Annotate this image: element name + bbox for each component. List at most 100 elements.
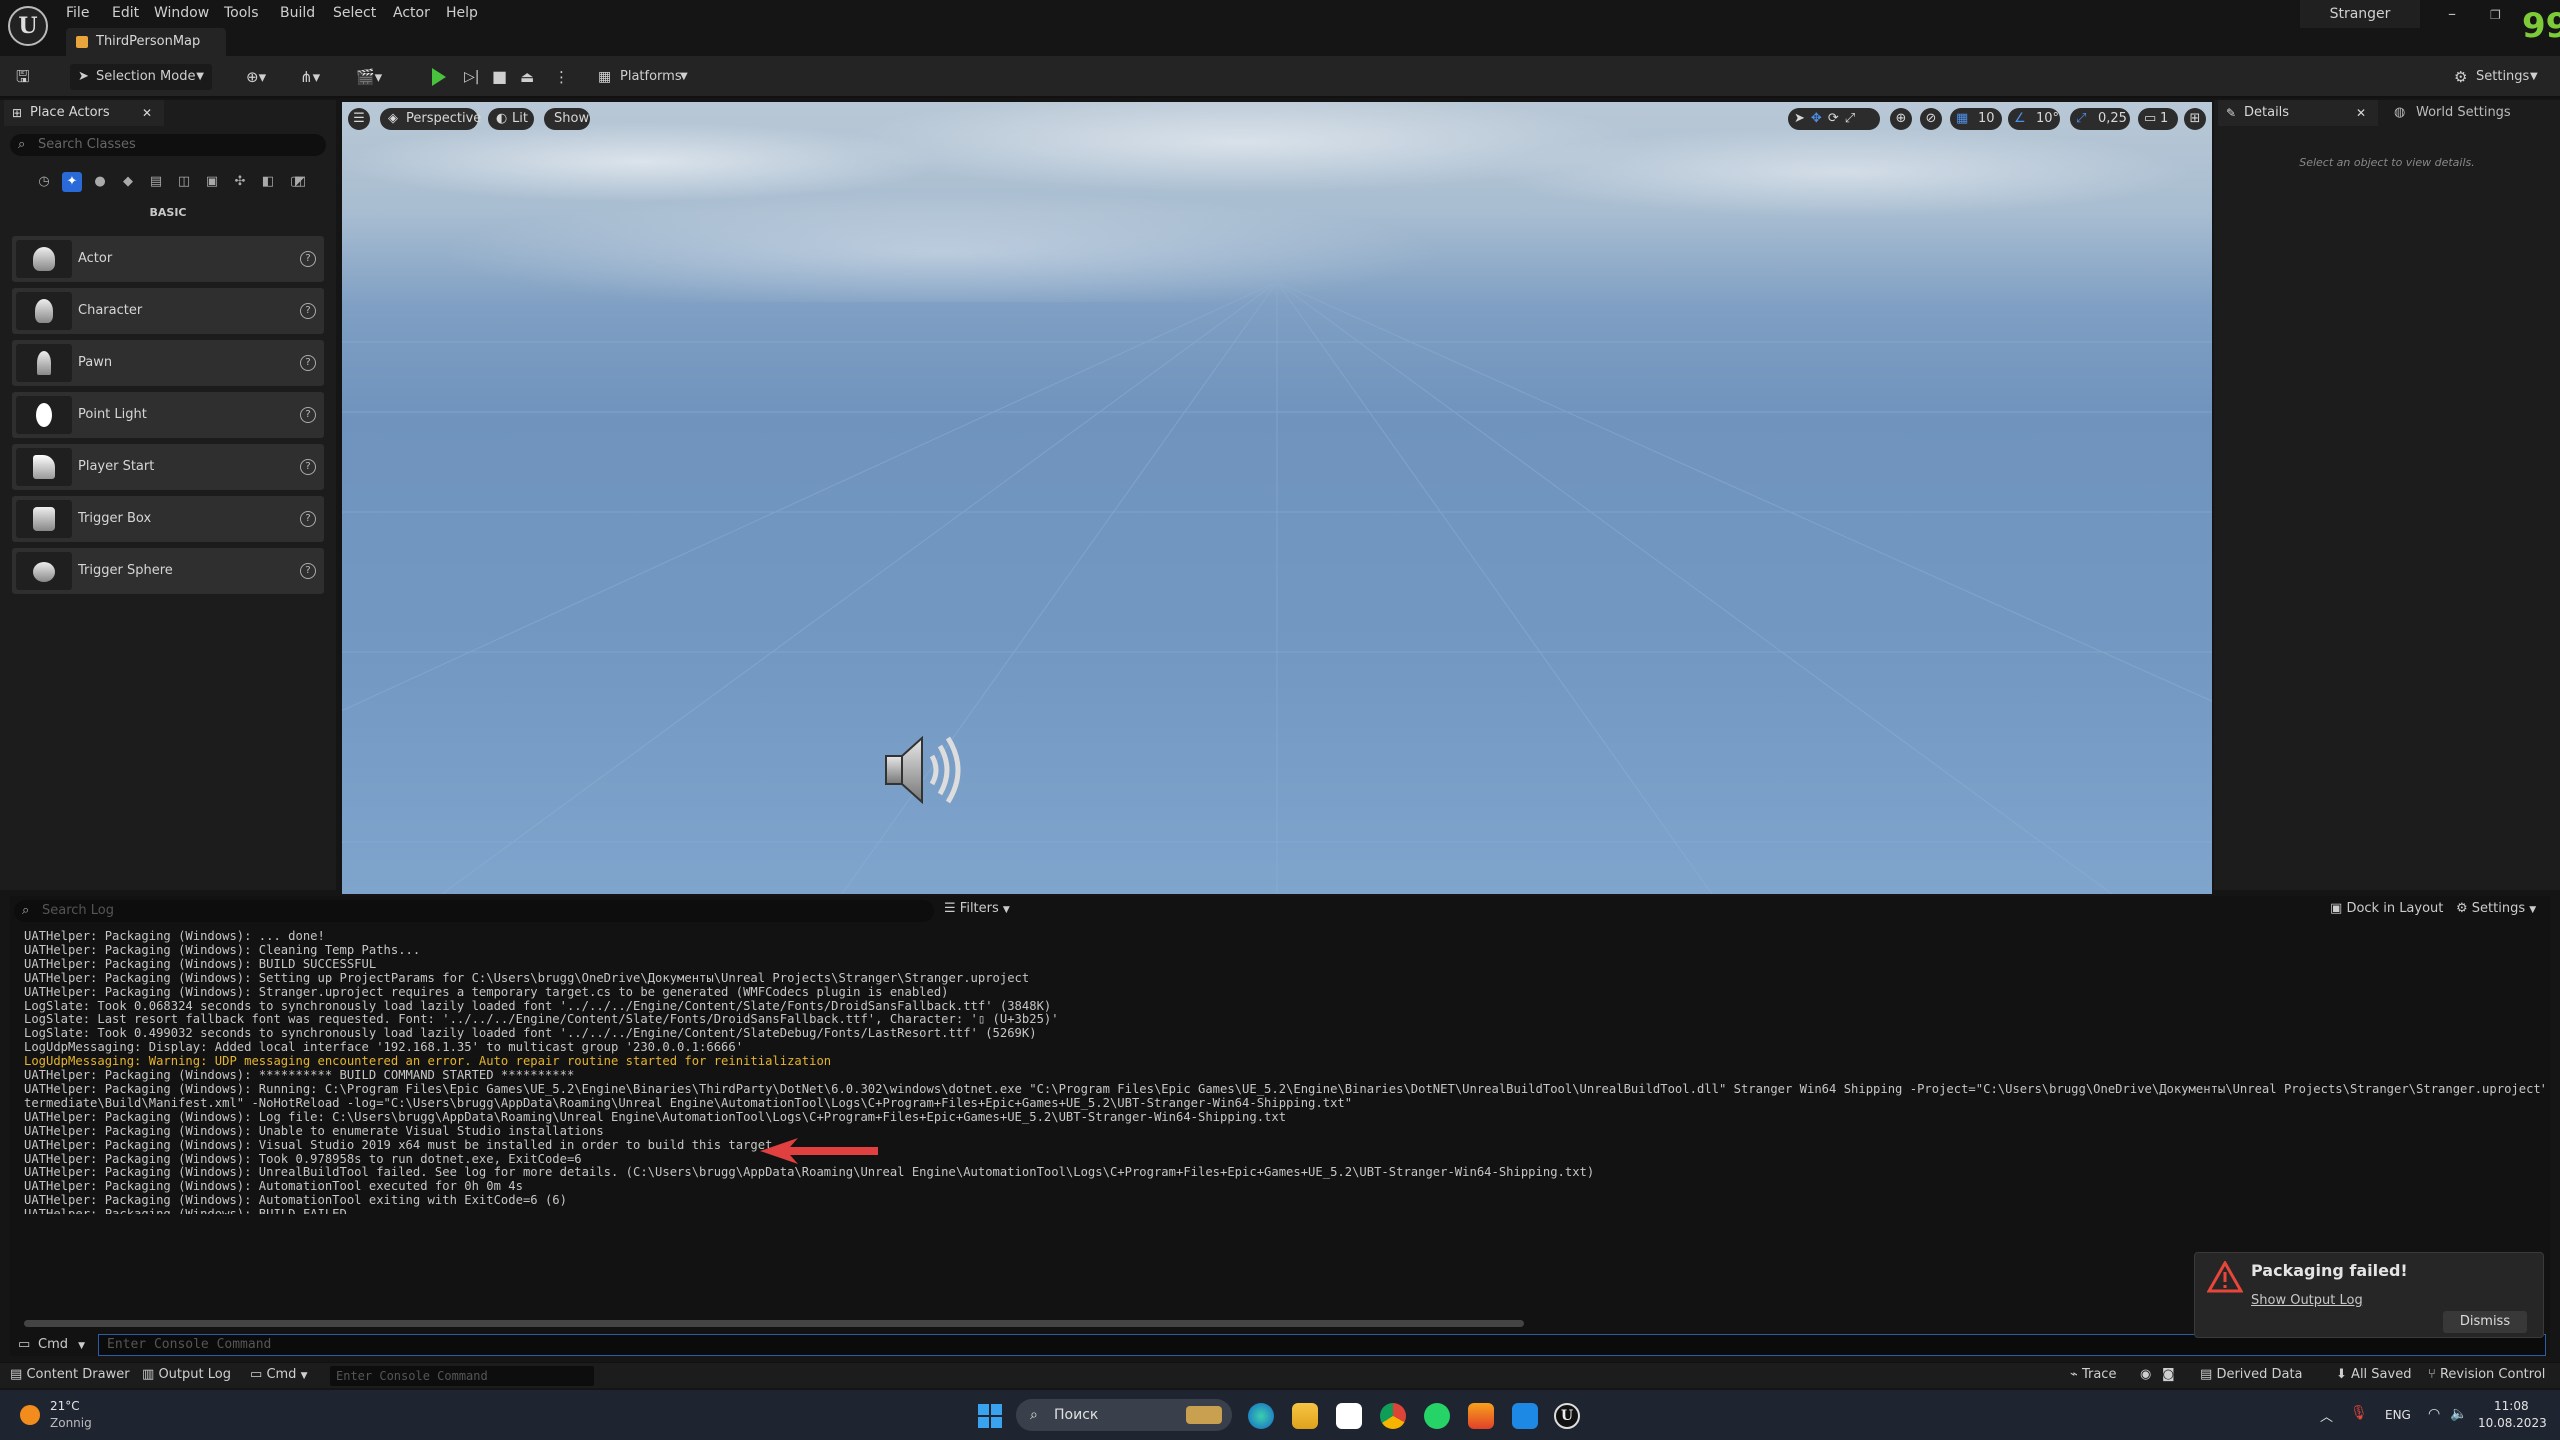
- help-icon[interactable]: ?: [300, 303, 316, 319]
- taskbar-search[interactable]: ⌕ Поиск: [1016, 1399, 1232, 1431]
- stop-icon[interactable]: ■: [492, 66, 507, 88]
- menu-help[interactable]: Help: [446, 3, 478, 23]
- dock-in-layout-button[interactable]: ▣ Dock in Layout: [2330, 901, 2443, 916]
- whatsapp-icon[interactable]: [1424, 1403, 1450, 1429]
- blueprint-icon[interactable]: ⋔▾: [300, 66, 320, 88]
- maximize-viewport-icon[interactable]: ⊞: [2184, 108, 2206, 130]
- unreal-engine-taskbar-icon[interactable]: U: [1554, 1403, 1580, 1429]
- rotate-tool-icon[interactable]: ⟳: [1828, 111, 1845, 126]
- cmd-dropdown[interactable]: ▭ Cmd ▼: [12, 1334, 92, 1356]
- platforms-dropdown[interactable]: Platforms: [620, 66, 682, 88]
- lit-button[interactable]: ◐ Lit: [488, 108, 534, 130]
- record-icon[interactable]: ◉: [2140, 1367, 2151, 1382]
- input-language[interactable]: ENG: [2385, 1408, 2411, 1422]
- sun-icon[interactable]: [20, 1405, 40, 1425]
- save-icon[interactable]: 🖫: [16, 66, 30, 88]
- chrome-icon[interactable]: [1380, 1403, 1406, 1429]
- camera-icon[interactable]: ◙: [2162, 1367, 2175, 1382]
- content-drawer-button[interactable]: ▤ Content Drawer: [10, 1367, 130, 1382]
- cinematic-icon[interactable]: ▤: [146, 172, 166, 192]
- world-local-icon[interactable]: ⊕: [1890, 108, 1912, 130]
- menu-tools[interactable]: Tools: [224, 3, 259, 23]
- output-log-button[interactable]: ▥ Output Log: [142, 1367, 231, 1382]
- revision-control-button[interactable]: ⑂ Revision Control: [2428, 1367, 2545, 1382]
- select-tool-icon[interactable]: ➤: [1794, 111, 1811, 126]
- list-item-trigger-box[interactable]: Trigger Box ?: [12, 496, 324, 542]
- volumes-icon[interactable]: ✣: [230, 172, 250, 192]
- volume-icon[interactable]: 🔈: [2450, 1406, 2467, 1422]
- menu-build[interactable]: Build: [280, 3, 315, 23]
- search-classes-input[interactable]: ⌕ Search Classes: [10, 134, 326, 156]
- trace-button[interactable]: ⌁ Trace: [2070, 1367, 2116, 1382]
- selection-mode-dropdown[interactable]: ➤ Selection Mode ▼: [70, 64, 212, 90]
- level-viewport[interactable]: ☰ ◈ Perspective ◐ Lit Show ➤✥⟳⤢ ⊕ ⊘ ▦ 10…: [342, 102, 2212, 894]
- shapes-icon[interactable]: ◆: [118, 172, 138, 192]
- list-item-character[interactable]: Character ?: [12, 288, 324, 334]
- tab-details[interactable]: ✎ Details ✕: [2218, 100, 2378, 126]
- settings-button[interactable]: Settings: [2476, 66, 2529, 88]
- wifi-icon[interactable]: ◠: [2428, 1406, 2440, 1422]
- box-icon[interactable]: ◩: [290, 172, 310, 192]
- list-item-point-light[interactable]: Point Light ?: [12, 392, 324, 438]
- grid-snap-toggle[interactable]: ▦ 10: [1950, 108, 2002, 130]
- chevron-up-icon[interactable]: ︿: [2320, 1406, 2333, 1425]
- recent-icon[interactable]: ◷: [34, 172, 54, 192]
- help-icon[interactable]: ?: [300, 407, 316, 423]
- microphone-icon[interactable]: 🎙: [2350, 1405, 2368, 1421]
- eject-icon[interactable]: ⏏: [520, 66, 534, 88]
- fl-studio-icon[interactable]: [1468, 1403, 1494, 1429]
- more-options-icon[interactable]: ⋮: [554, 66, 569, 88]
- scale-snap-toggle[interactable]: ⤢ 0,25: [2070, 108, 2130, 130]
- viewport-menu-button[interactable]: ☰: [348, 108, 370, 130]
- close-icon[interactable]: ✕: [2356, 100, 2366, 126]
- platforms-icon[interactable]: ▦: [598, 66, 611, 88]
- show-output-log-link[interactable]: Show Output Log: [2251, 1293, 2363, 1308]
- search-log-input[interactable]: ⌕ Search Log: [14, 900, 934, 922]
- help-icon[interactable]: ?: [300, 355, 316, 371]
- menu-actor[interactable]: Actor: [393, 3, 430, 23]
- tab-thirdpersonmap[interactable]: ThirdPersonMap: [66, 28, 226, 56]
- perspective-button[interactable]: ◈ Perspective: [380, 108, 481, 130]
- transform-tools[interactable]: ➤✥⟳⤢: [1788, 108, 1880, 130]
- help-icon[interactable]: ?: [300, 251, 316, 267]
- lights-icon[interactable]: ●: [90, 172, 110, 192]
- tab-world-settings[interactable]: ◍ World Settings: [2386, 100, 2556, 126]
- all-saved-button[interactable]: ⬇ All Saved: [2336, 1367, 2411, 1382]
- minimize-icon[interactable]: –: [2448, 4, 2456, 23]
- cinematics-icon[interactable]: 🎬▾: [356, 66, 382, 88]
- help-icon[interactable]: ?: [300, 563, 316, 579]
- menu-file[interactable]: File: [66, 3, 89, 23]
- horizontal-scrollbar[interactable]: [24, 1320, 1524, 1327]
- list-item-trigger-sphere[interactable]: Trigger Sphere ?: [12, 548, 324, 594]
- menu-select[interactable]: Select: [333, 3, 376, 23]
- unreal-logo-icon[interactable]: U: [8, 6, 48, 46]
- add-actor-icon[interactable]: ⊕▾: [246, 66, 266, 88]
- play-icon[interactable]: [432, 68, 446, 86]
- move-tool-icon[interactable]: ✥: [1811, 111, 1828, 126]
- dismiss-button[interactable]: Dismiss: [2443, 1311, 2527, 1333]
- rotation-snap-toggle[interactable]: ∠ 10°: [2008, 108, 2060, 130]
- surface-snap-icon[interactable]: ⊘: [1920, 108, 1942, 130]
- show-button[interactable]: Show: [544, 108, 590, 130]
- step-icon[interactable]: ▷|: [464, 66, 479, 88]
- geometry-icon[interactable]: ▣: [202, 172, 222, 192]
- tab-place-actors[interactable]: ⊞ Place Actors ✕: [4, 100, 164, 126]
- status-cmd-dropdown[interactable]: ▭ Cmd ▼: [250, 1367, 308, 1382]
- console-command-input[interactable]: Enter Console Command: [98, 1334, 2546, 1356]
- basic-category-icon[interactable]: ✦: [62, 172, 82, 192]
- edge-icon[interactable]: [1248, 1403, 1274, 1429]
- restore-icon[interactable]: ❐: [2490, 8, 2501, 22]
- mail-icon[interactable]: [1512, 1403, 1538, 1429]
- list-item-player-start[interactable]: Player Start ?: [12, 444, 324, 490]
- camera-speed-button[interactable]: ▭ 1: [2138, 108, 2178, 130]
- list-item-pawn[interactable]: Pawn ?: [12, 340, 324, 386]
- menu-edit[interactable]: Edit: [112, 3, 139, 23]
- file-explorer-icon[interactable]: [1292, 1403, 1318, 1429]
- help-icon[interactable]: ?: [300, 511, 316, 527]
- speaker-icon[interactable]: [882, 730, 972, 810]
- help-icon[interactable]: ?: [300, 459, 316, 475]
- status-console-input[interactable]: Enter Console Command: [330, 1366, 594, 1386]
- log-settings-button[interactable]: ⚙ Settings ▼: [2456, 901, 2536, 916]
- gear-icon[interactable]: ⚙: [2454, 66, 2467, 88]
- visual-effects-icon[interactable]: ◫: [174, 172, 194, 192]
